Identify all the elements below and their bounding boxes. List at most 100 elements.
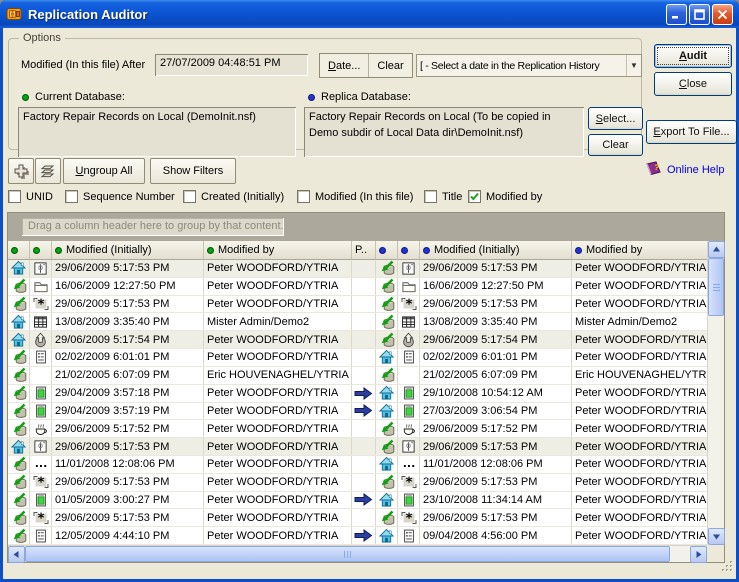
left-modified-cell: 13/08/2009 3:35:40 PM bbox=[52, 313, 204, 330]
header-left-modified-by[interactable]: Modified by bbox=[204, 241, 352, 260]
right-modified-by-cell: Peter WOODFORD/YTRIA bbox=[572, 438, 707, 455]
help-book-icon[interactable]: ? bbox=[643, 160, 663, 178]
left-type-cell bbox=[30, 278, 52, 295]
vertical-scrollbar[interactable] bbox=[707, 241, 724, 545]
horizontal-scroll-track[interactable] bbox=[670, 546, 690, 562]
folder-design-icon bbox=[401, 279, 417, 294]
header-propagation[interactable]: P.. bbox=[352, 241, 376, 260]
grid-row[interactable]: 29/06/2009 5:17:52 PMPeter WOODFORD/YTRI… bbox=[8, 420, 707, 438]
right-type-cell: * bbox=[398, 509, 420, 526]
checkbox[interactable] bbox=[65, 190, 78, 203]
show-filters-button[interactable]: Show Filters bbox=[150, 158, 236, 184]
scroll-up-icon[interactable] bbox=[708, 241, 725, 258]
grid-row[interactable]: 29/04/2009 3:57:18 PMPeter WOODFORD/YTRI… bbox=[8, 385, 707, 403]
header-right-type[interactable] bbox=[398, 241, 420, 260]
grid-row[interactable]: *29/06/2009 5:17:53 PMPeter WOODFORD/YTR… bbox=[8, 474, 707, 492]
horizontal-scrollbar[interactable] bbox=[8, 545, 707, 562]
close-button[interactable] bbox=[712, 4, 733, 25]
modified-after-field[interactable]: 27/07/2009 04:48:51 PM bbox=[155, 54, 308, 76]
filter-modified-in-this-file: Modified (In this file) bbox=[297, 190, 413, 203]
grid-row[interactable]: 02/02/2009 6:01:01 PMPeter WOODFORD/YTRI… bbox=[8, 349, 707, 367]
right-column-dot-icon bbox=[575, 247, 582, 254]
date-clear-button[interactable]: Clear bbox=[369, 54, 411, 77]
header-right-modified[interactable]: Modified (Initially) bbox=[420, 241, 572, 260]
horizontal-scroll-thumb[interactable] bbox=[25, 546, 670, 562]
chevron-down-icon[interactable]: ▼ bbox=[626, 55, 641, 76]
left-status-cell bbox=[8, 509, 30, 526]
grid-row[interactable]: 16/06/2009 12:27:50 PMPeter WOODFORD/YTR… bbox=[8, 278, 707, 296]
online-help-link[interactable]: Online Help bbox=[667, 164, 724, 176]
view-design-icon bbox=[33, 315, 48, 329]
export-to-file-button[interactable]: Export To File... bbox=[646, 120, 737, 144]
checkbox[interactable] bbox=[8, 190, 21, 203]
scroll-right-icon[interactable] bbox=[690, 546, 707, 563]
audit-button[interactable]: Audit bbox=[654, 44, 732, 68]
left-column-dot-icon bbox=[55, 247, 62, 254]
propagation-cell bbox=[352, 331, 376, 348]
window-title: Replication Auditor bbox=[28, 7, 666, 22]
scroll-down-icon[interactable] bbox=[708, 528, 725, 545]
checkbox-checked[interactable] bbox=[468, 190, 481, 203]
vertical-scroll-track[interactable] bbox=[708, 316, 724, 528]
grid-row[interactable]: 13/08/2009 3:35:40 PMMister Admin/Demo21… bbox=[8, 313, 707, 331]
ungroup-all-button[interactable]: Ungroup All bbox=[63, 158, 145, 184]
header-left-status[interactable] bbox=[8, 241, 30, 260]
grid-row[interactable]: ...11/01/2008 12:08:06 PMPeter WOODFORD/… bbox=[8, 456, 707, 474]
header-right-modified-by[interactable]: Modified by bbox=[572, 241, 707, 260]
replication-history-value: [ - Select a date in the Replication His… bbox=[417, 60, 626, 72]
left-status-cell bbox=[8, 438, 30, 455]
grid-row[interactable]: *29/06/2009 5:17:53 PMPeter WOODFORD/YTR… bbox=[8, 509, 707, 527]
left-modified-cell: 29/04/2009 3:57:18 PM bbox=[52, 385, 204, 402]
header-left-type[interactable] bbox=[30, 241, 52, 260]
replicated-ok-icon bbox=[379, 474, 395, 490]
expand-all-button[interactable] bbox=[8, 158, 34, 184]
scroll-left-icon[interactable] bbox=[8, 546, 25, 563]
left-type-cell bbox=[30, 385, 52, 402]
propagation-cell bbox=[352, 438, 376, 455]
header-left-modified[interactable]: Modified (Initially) bbox=[52, 241, 204, 260]
resize-grip[interactable] bbox=[721, 560, 734, 578]
replica-clear-button[interactable]: Clear bbox=[588, 134, 643, 156]
right-modified-cell: 29/06/2009 5:17:53 PM bbox=[420, 509, 572, 526]
left-modified-cell: 21/02/2005 6:07:09 PM bbox=[52, 367, 204, 384]
svg-text:*: * bbox=[37, 298, 44, 312]
replicated-ok-icon bbox=[11, 367, 27, 383]
replicated-ok-icon bbox=[379, 439, 395, 455]
close-action-button[interactable]: Close bbox=[654, 72, 732, 96]
checkbox[interactable] bbox=[424, 190, 437, 203]
select-replica-button[interactable]: Select... bbox=[588, 107, 643, 130]
other-design-icon: ... bbox=[34, 458, 48, 470]
left-modified-cell: 11/01/2008 12:08:06 PM bbox=[52, 456, 204, 473]
right-type-cell bbox=[398, 313, 420, 330]
vertical-scroll-thumb[interactable] bbox=[708, 258, 724, 316]
left-type-cell bbox=[30, 403, 52, 420]
propagation-cell bbox=[352, 349, 376, 366]
minimize-button[interactable] bbox=[666, 4, 687, 25]
left-status-cell bbox=[8, 474, 30, 491]
grid-row[interactable]: 29/06/2009 5:17:53 PMPeter WOODFORD/YTRI… bbox=[8, 438, 707, 456]
checkbox[interactable] bbox=[183, 190, 196, 203]
grid-row[interactable]: *29/06/2009 5:17:53 PMPeter WOODFORD/YTR… bbox=[8, 296, 707, 314]
maximize-button[interactable] bbox=[689, 4, 710, 25]
header-right-status[interactable] bbox=[376, 241, 398, 260]
date-button[interactable]: Date... bbox=[320, 54, 369, 77]
replica-home-icon bbox=[11, 332, 26, 348]
grid-row[interactable]: 29/04/2009 3:57:19 PMPeter WOODFORD/YTRI… bbox=[8, 403, 707, 421]
grid-row[interactable]: 29/06/2009 5:17:53 PMPeter WOODFORD/YTRI… bbox=[8, 260, 707, 278]
right-type-cell bbox=[398, 349, 420, 366]
right-status-cell bbox=[376, 492, 398, 509]
grid-row[interactable]: 29/06/2009 5:17:54 PMPeter WOODFORD/YTRI… bbox=[8, 331, 707, 349]
replica-db-box: Factory Repair Records on Local (To be c… bbox=[304, 107, 584, 157]
filter-unid: UNID bbox=[8, 190, 53, 203]
titlebar[interactable]: Replication Auditor bbox=[0, 0, 739, 28]
replication-history-select[interactable]: [ - Select a date in the Replication His… bbox=[416, 54, 642, 77]
checkbox[interactable] bbox=[297, 190, 310, 203]
left-column-dot-icon bbox=[207, 247, 214, 254]
replicated-ok-icon bbox=[379, 296, 395, 312]
grid-row[interactable]: 21/02/2005 6:07:09 PMEric HOUVENAGHEL/YT… bbox=[8, 367, 707, 385]
grid-row[interactable]: 12/05/2009 4:44:10 PMPeter WOODFORD/YTRI… bbox=[8, 527, 707, 545]
group-by-bar[interactable]: Drag a column header here to group by th… bbox=[8, 213, 724, 241]
collapse-all-button[interactable] bbox=[35, 158, 61, 184]
replication-auditor-window: Replication Auditor Options Modified (In… bbox=[0, 0, 739, 582]
grid-row[interactable]: 01/05/2009 3:00:27 PMPeter WOODFORD/YTRI… bbox=[8, 492, 707, 510]
